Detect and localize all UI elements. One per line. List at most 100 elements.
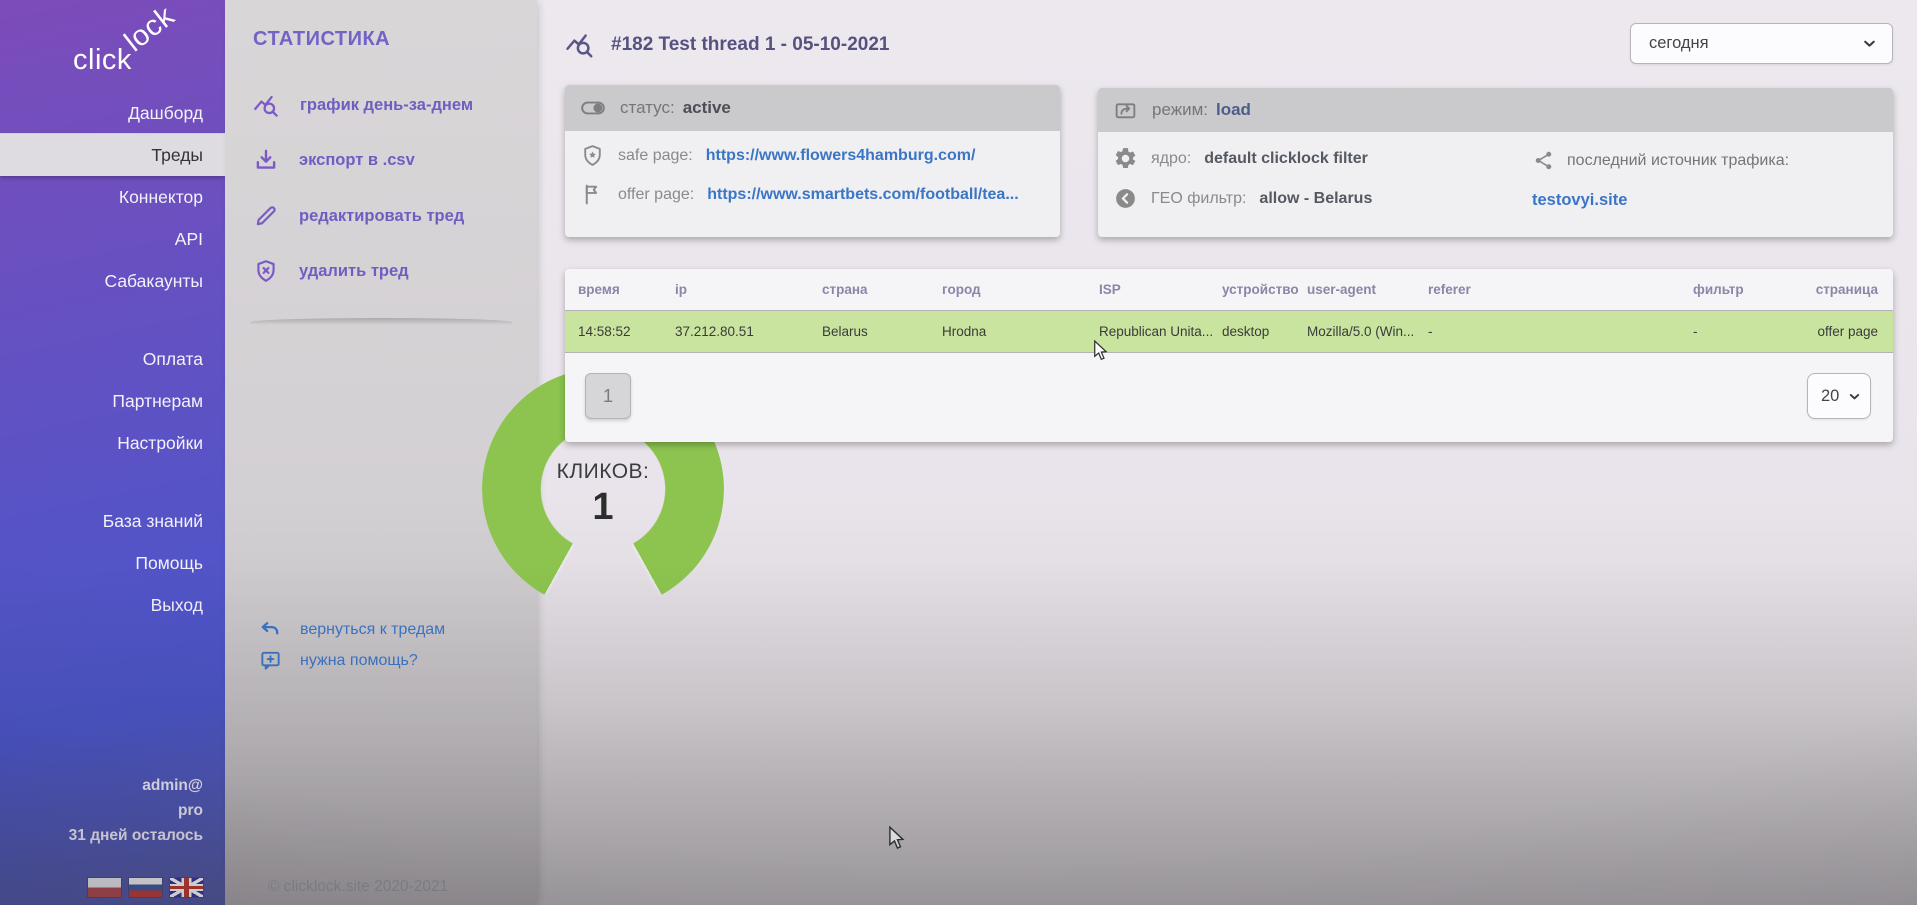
undo-arrow-icon: [259, 618, 282, 641]
statistics-sidebar: СТАТИСТИКА график день-за-днем экспорт в…: [225, 0, 537, 905]
col-device: устройство: [1222, 282, 1307, 297]
mode-value: load: [1216, 100, 1251, 120]
col-referer: referer: [1428, 282, 1693, 297]
geo-filter-value: allow - Belarus: [1259, 190, 1372, 208]
col-city: город: [942, 282, 1099, 297]
share-icon: [1532, 149, 1555, 172]
toggle-on-icon[interactable]: [580, 95, 606, 121]
copyright-text: © clicklock.site 2020-2021: [268, 878, 448, 896]
gauge-value: 1: [482, 486, 724, 529]
cell-isp: Republican Unita...: [1099, 324, 1222, 339]
russia-flag-icon[interactable]: [129, 878, 162, 897]
clicks-table: время ip страна город ISP устройство use…: [565, 269, 1893, 442]
traffic-source-label: последний источник трафика:: [1567, 152, 1789, 170]
table-row[interactable]: 14:58:52 37.212.80.51 Belarus Hrodna Rep…: [565, 310, 1893, 353]
box-arrow-icon: [1113, 98, 1138, 123]
sidebar-item-subaccounts[interactable]: Сабакаунты: [0, 260, 225, 302]
geo-filter-row: ГЕО фильтр: allow - Belarus: [1113, 186, 1372, 211]
action-label: экспорт в .csv: [299, 151, 415, 170]
period-select-value: сегодня: [1649, 34, 1709, 53]
geo-filter-label: ГЕО фильтр:: [1151, 190, 1246, 208]
poland-flag-icon[interactable]: [88, 878, 121, 897]
chat-plus-icon: [259, 649, 282, 672]
cell-device: desktop: [1222, 324, 1307, 339]
logo-text-click: click: [73, 44, 132, 77]
download-icon: [253, 147, 279, 173]
core-value: default clicklock filter: [1204, 150, 1368, 168]
mode-panel: режим: load ядро: default clicklock filt…: [1098, 88, 1893, 237]
delete-thread-button[interactable]: удалить тред: [253, 258, 409, 284]
cell-filter: -: [1693, 324, 1812, 339]
cell-user-agent: Mozilla/5.0 (Win...: [1307, 324, 1428, 339]
offer-page-link[interactable]: https://www.smartbets.com/football/tea..…: [707, 186, 1018, 204]
back-to-threads-link[interactable]: вернуться к тредам: [259, 618, 445, 641]
col-time: время: [578, 282, 675, 297]
sidebar-item-knowledge-base[interactable]: База знаний: [0, 500, 225, 542]
col-isp: ISP: [1099, 282, 1222, 297]
cell-referer: -: [1428, 324, 1693, 339]
col-ip: ip: [675, 282, 822, 297]
cell-city: Hrodna: [942, 324, 1099, 339]
table-header-row: время ip страна город ISP устройство use…: [565, 269, 1893, 310]
chart-search-icon: [253, 92, 280, 119]
account-days-left: 31 дней осталось: [69, 823, 203, 848]
need-help-link[interactable]: нужна помощь?: [259, 649, 418, 672]
safe-page-row: safe page: https://www.flowers4hamburg.c…: [580, 143, 975, 168]
shield-x-icon: [253, 258, 279, 284]
mouse-cursor-icon: [888, 826, 905, 850]
page-title: #182 Test thread 1 - 05-10-2021: [611, 34, 889, 56]
sidebar-nav: Дашборд Треды Коннектор API Сабакаунты О…: [0, 92, 225, 626]
gauge-label: КЛИКОВ:: [482, 460, 724, 484]
app-logo[interactable]: click lock: [61, 18, 211, 78]
sidebar-item-partners[interactable]: Партнерам: [0, 380, 225, 422]
sidebar-item-logout[interactable]: Выход: [0, 584, 225, 626]
cell-page: offer page: [1812, 324, 1893, 339]
uk-flag-icon[interactable]: [170, 878, 203, 897]
export-csv-button[interactable]: экспорт в .csv: [253, 147, 415, 173]
col-user-agent: user-agent: [1307, 282, 1428, 297]
shield-star-icon: [580, 143, 605, 168]
nav-divider-gap: [0, 302, 225, 338]
day-by-day-chart-button[interactable]: график день-за-днем: [253, 92, 473, 119]
page-size-value: 20: [1821, 387, 1839, 406]
statistics-title: СТАТИСТИКА: [253, 28, 390, 51]
sidebar-item-api[interactable]: API: [0, 218, 225, 260]
sidebar-item-connector[interactable]: Коннектор: [0, 176, 225, 218]
sidebar-item-threads[interactable]: Треды: [0, 134, 225, 176]
last-traffic-source-row: последний источник трафика:: [1532, 149, 1789, 172]
col-page: страница: [1812, 282, 1893, 297]
sidebar-item-dashboard[interactable]: Дашборд: [0, 92, 225, 134]
action-label: график день-за-днем: [300, 96, 473, 115]
page-size-select[interactable]: 20: [1807, 373, 1871, 419]
core-row: ядро: default clicklock filter: [1113, 146, 1368, 171]
safe-page-link[interactable]: https://www.flowers4hamburg.com/: [706, 147, 976, 165]
link-label: вернуться к тредам: [300, 621, 445, 639]
account-plan: pro: [69, 798, 203, 823]
sidebar-item-settings[interactable]: Настройки: [0, 422, 225, 464]
pagination-page-1-button[interactable]: 1: [585, 373, 631, 419]
edit-thread-button[interactable]: редактировать тред: [253, 203, 464, 229]
link-label: нужна помощь?: [300, 652, 418, 670]
flag-icon: [580, 182, 605, 207]
col-filter: фильтр: [1693, 282, 1812, 297]
cell-time: 14:58:52: [578, 324, 675, 339]
sidebar-item-payment[interactable]: Оплата: [0, 338, 225, 380]
safe-page-label: safe page:: [618, 147, 693, 165]
sidebar-item-help[interactable]: Помощь: [0, 542, 225, 584]
action-label: редактировать тред: [299, 207, 464, 226]
thread-header: #182 Test thread 1 - 05-10-2021: [565, 30, 889, 60]
status-panel-header: статус: active: [565, 85, 1060, 131]
account-email: admin@: [69, 773, 203, 798]
cell-country: Belarus: [822, 324, 942, 339]
mode-label: режим:: [1152, 100, 1208, 120]
status-label: статус:: [620, 98, 675, 118]
nav-divider-gap: [0, 464, 225, 500]
traffic-source-link[interactable]: testovyi.site: [1532, 191, 1627, 210]
chevron-down-icon: [1861, 35, 1878, 52]
action-label: удалить тред: [299, 262, 409, 281]
cell-ip: 37.212.80.51: [675, 324, 822, 339]
language-switcher: [88, 878, 203, 897]
period-select[interactable]: сегодня: [1630, 23, 1893, 64]
mode-panel-header: режим: load: [1098, 88, 1893, 132]
status-value: active: [683, 98, 731, 118]
